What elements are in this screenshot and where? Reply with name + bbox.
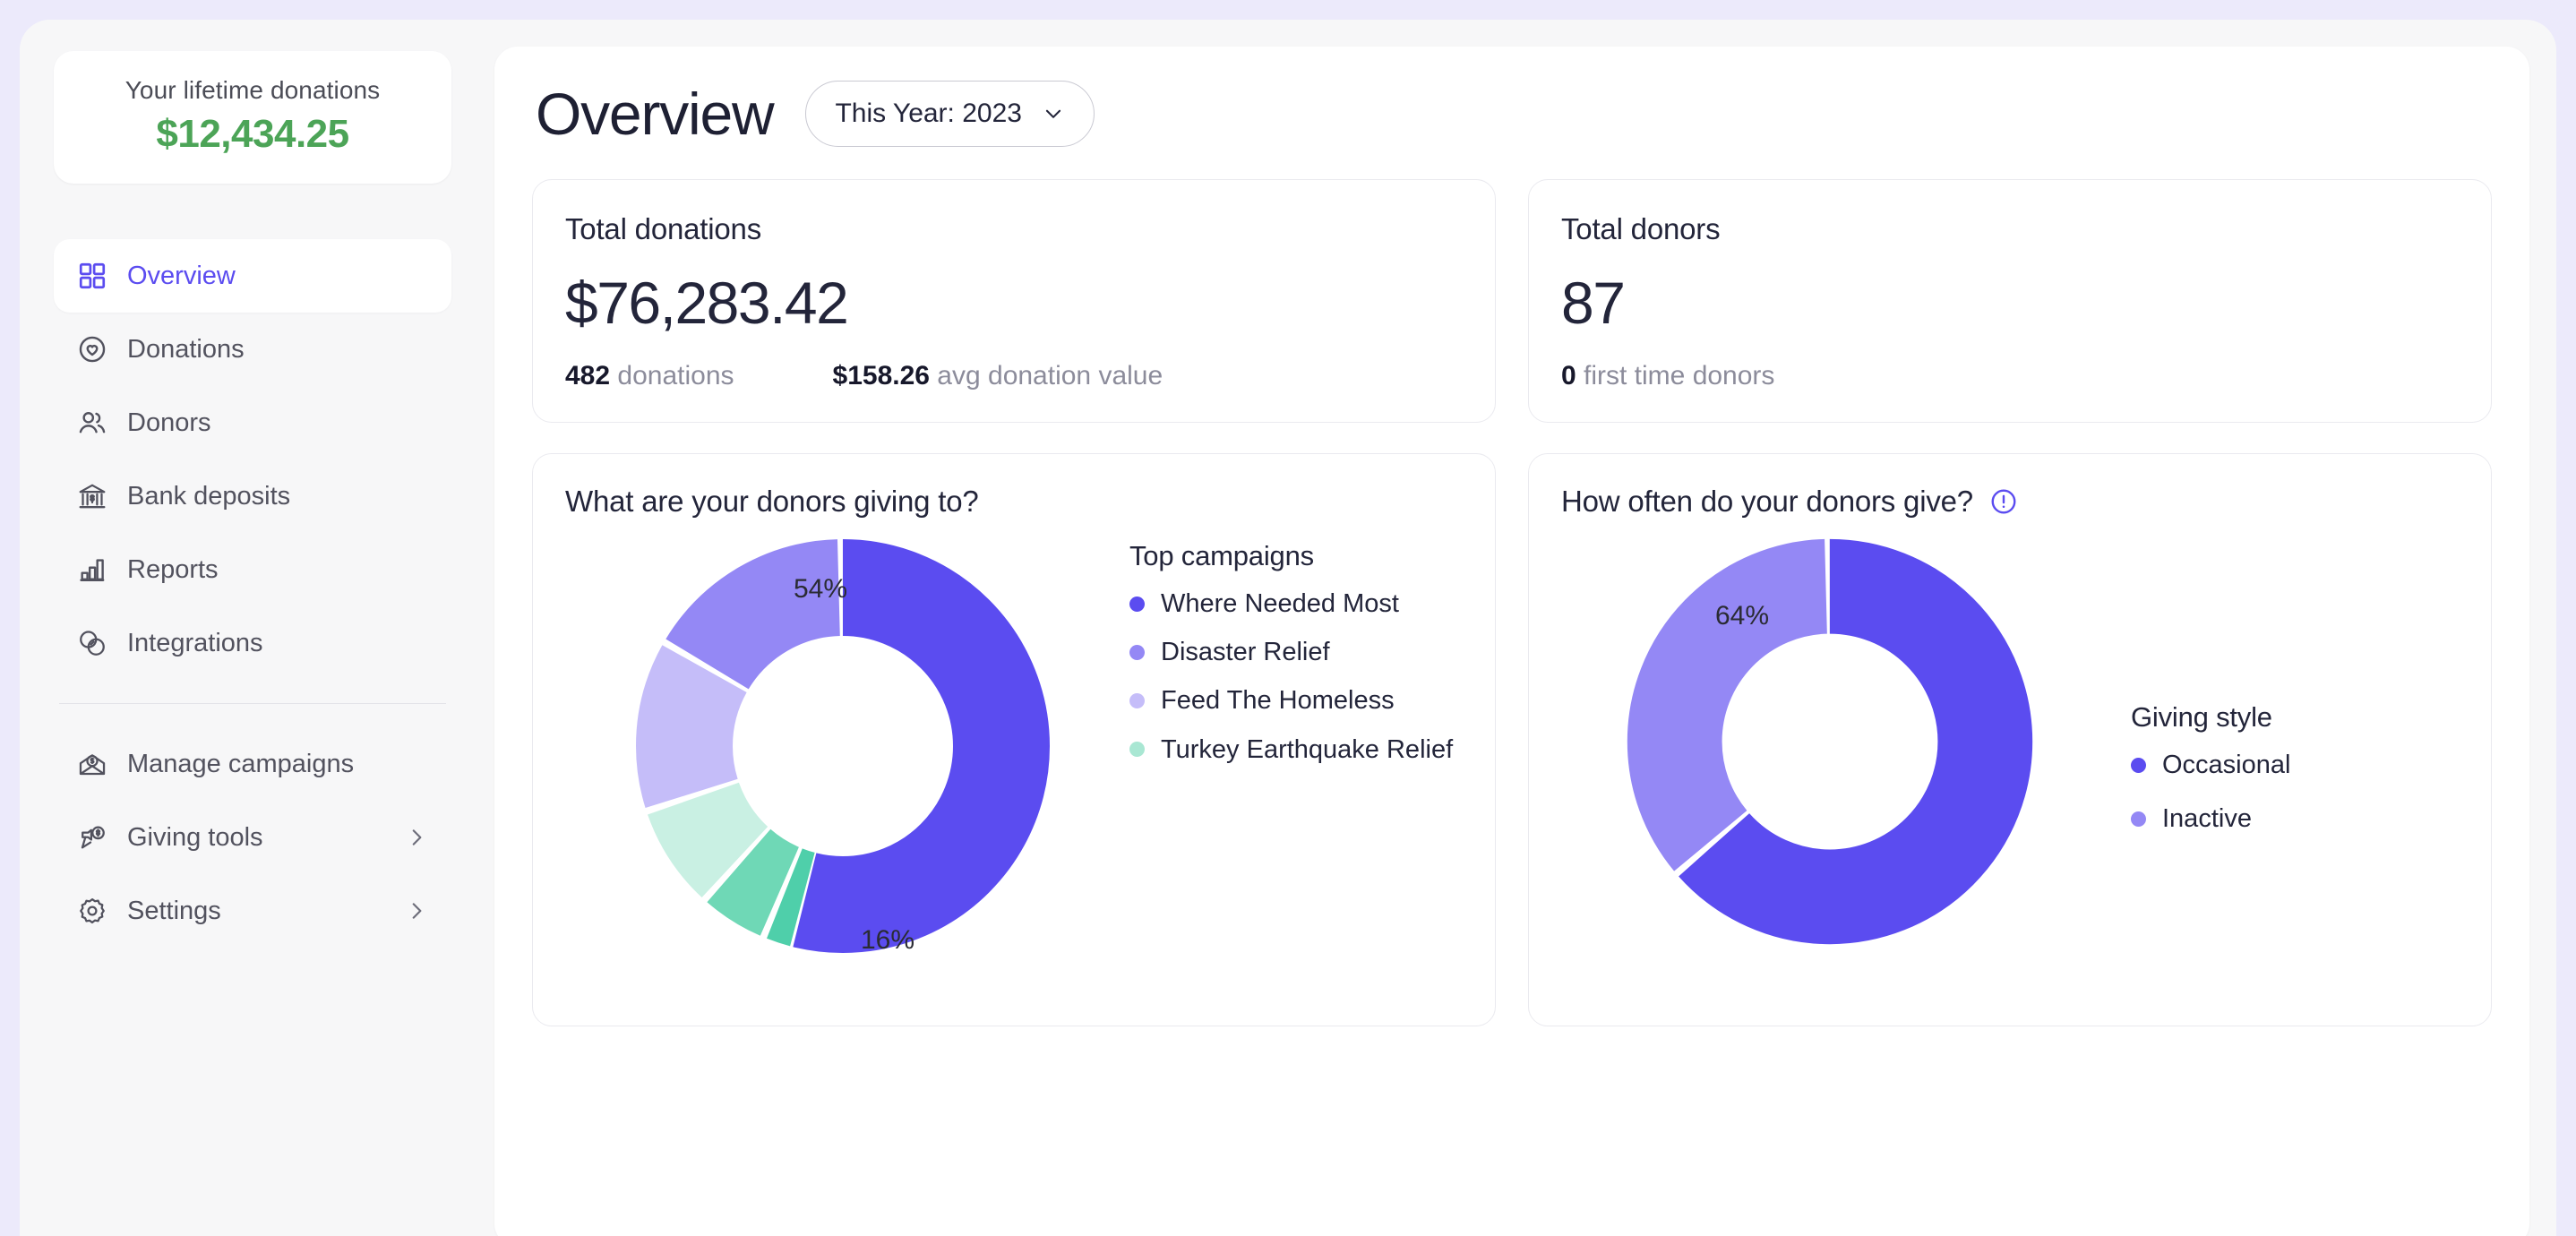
main-content: Overview This Year: 2023 Total donations — [485, 20, 2556, 1236]
legend-item[interactable]: Turkey Earthquake Relief — [1129, 734, 1463, 765]
total-donations-card: Total donations $76,283.42 482 donations… — [532, 179, 1496, 423]
substat-value: $158.26 — [832, 360, 930, 391]
donations-count-substat: 482 donations — [565, 361, 734, 391]
legend-title: Top campaigns — [1129, 539, 1314, 571]
sidebar: Your lifetime donations $12,434.25 Overv… — [20, 20, 485, 1236]
sidebar-divider — [59, 703, 446, 704]
chart-title: What are your donors giving to? — [565, 485, 1463, 519]
legend-item[interactable]: Inactive — [2131, 803, 2459, 834]
substat-label: avg donation value — [929, 360, 1163, 391]
legend-dot — [1129, 644, 1145, 660]
sidebar-item-manage-campaigns[interactable]: Giving tools Manage campaigns — [54, 727, 451, 801]
legend-label: Disaster Relief — [1161, 638, 1330, 667]
legend-item[interactable]: Feed The Homeless — [1129, 685, 1463, 716]
lifetime-donations-card: Your lifetime donations $12,434.25 — [54, 51, 451, 184]
gear-icon — [77, 896, 107, 926]
sidebar-item-reports[interactable]: Reports — [54, 533, 451, 606]
chevron-right-icon — [405, 899, 428, 923]
giving-style-legend: Giving style Occasional Inactive — [2108, 531, 2459, 857]
stat-cards-row: Total donations $76,283.42 482 donations… — [532, 179, 2492, 423]
sidebar-item-label: Donors — [127, 408, 211, 437]
donut-label-primary: 54% — [794, 573, 848, 604]
overview-panel: Overview This Year: 2023 Total donations — [494, 47, 2529, 1236]
heart-circle-icon — [77, 334, 107, 365]
first-time-donors-substat: 0 first time donors — [1561, 361, 1774, 391]
app-screen: Your lifetime donations $12,434.25 Overv… — [0, 0, 2576, 1236]
donut-label-secondary: 16% — [861, 924, 915, 955]
sidebar-item-label: Giving tools — [127, 822, 263, 852]
sidebar-item-overview[interactable]: Overview — [54, 239, 451, 313]
sidebar-item-label: Bank deposits — [127, 481, 291, 511]
page-title: Overview — [536, 81, 775, 147]
legend-item[interactable]: Occasional — [2131, 750, 2459, 780]
sidebar-item-label: Overview — [127, 261, 236, 290]
legend-dot — [2131, 811, 2146, 827]
total-donors-card: Total donors 87 0 first time donors — [1528, 179, 2492, 423]
top-campaigns-legend: Top campaigns Where Needed Most Disaster… — [1129, 531, 1463, 783]
sidebar-item-donors[interactable]: Donors — [54, 386, 451, 459]
substat-value: 482 — [565, 360, 611, 391]
lifetime-donations-label: Your lifetime donations — [125, 76, 381, 104]
campaigns-donut: 54% 16% — [565, 531, 1121, 961]
substat-value: 0 — [1561, 360, 1576, 391]
sidebar-item-label: Integrations — [127, 628, 263, 657]
substat-label: first time donors — [1576, 360, 1775, 391]
sidebar-item-label: Manage campaigns — [127, 749, 355, 778]
legend-dot — [1129, 692, 1145, 708]
total-donations-value: $76,283.42 — [565, 270, 849, 336]
legend-item[interactable]: Where Needed Most — [1129, 588, 1463, 619]
app-window: Your lifetime donations $12,434.25 Overv… — [20, 20, 2556, 1236]
legend-label: Occasional — [2162, 750, 2291, 779]
card-substats: 0 first time donors — [1561, 361, 2459, 391]
sidebar-item-giving-tools[interactable]: Giving tools — [54, 801, 451, 874]
page-header: Overview This Year: 2023 — [532, 81, 2492, 147]
legend-dot — [2131, 757, 2146, 773]
card-title: Total donors — [1561, 212, 1721, 245]
year-filter-label: This Year: 2023 — [835, 99, 1022, 128]
sidebar-item-label: Donations — [127, 334, 245, 364]
sidebar-item-donations[interactable]: Donations — [54, 313, 451, 386]
sidebar-item-label: Settings — [127, 896, 221, 925]
legend-title: Giving style — [2131, 700, 2272, 733]
chart-body: 64% Giving style Occasional Inactive — [1561, 531, 2459, 952]
sidebar-item-bank-deposits[interactable]: Bank deposits — [54, 459, 451, 533]
megaphone-dollar-icon — [77, 822, 107, 853]
substat-label: donations — [610, 360, 734, 391]
sidebar-item-integrations[interactable]: Integrations — [54, 606, 451, 680]
circles-icon — [77, 628, 107, 658]
giving-style-donut: 64% — [1561, 531, 2099, 952]
card-substats: 482 donations $158.26 avg donation value — [565, 361, 1463, 391]
giving-frequency-chart-card: How often do your donors give? 64% Givin… — [1528, 452, 2492, 1026]
sidebar-nav: Overview Donations Donors Bank deposits … — [54, 239, 451, 948]
envelope-dollar-icon — [77, 749, 107, 779]
chart-title: How often do your donors give? — [1561, 485, 2459, 519]
card-title: Total donations — [565, 212, 761, 245]
legend-dot — [1129, 742, 1145, 758]
sidebar-item-label: Reports — [127, 554, 219, 584]
chevron-right-icon — [405, 826, 428, 849]
legend-label: Where Needed Most — [1161, 588, 1399, 618]
charts-row: What are your donors giving to? 54% 16% … — [532, 452, 2492, 1026]
lifetime-donations-amount: $12,434.25 — [156, 112, 349, 156]
chart-body: 54% 16% Top campaigns Where Needed Most — [565, 531, 1463, 961]
avg-donation-substat: $158.26 avg donation value — [833, 361, 1163, 391]
legend-label: Feed The Homeless — [1161, 686, 1395, 716]
legend-item[interactable]: Disaster Relief — [1129, 637, 1463, 667]
users-icon — [77, 408, 107, 438]
year-filter-dropdown[interactable]: This Year: 2023 — [805, 81, 1095, 147]
legend-label: Inactive — [2162, 804, 2252, 834]
legend-dot — [1129, 596, 1145, 612]
info-icon[interactable] — [1989, 487, 2018, 516]
campaigns-chart-card: What are your donors giving to? 54% 16% … — [532, 452, 1496, 1026]
chevron-down-icon — [1042, 102, 1065, 125]
grid-icon — [77, 261, 107, 291]
bank-icon — [77, 481, 107, 511]
legend-label: Turkey Earthquake Relief — [1161, 734, 1454, 764]
bar-chart-icon — [77, 554, 107, 585]
chart-title-text: What are your donors giving to? — [565, 484, 979, 518]
donut-label-primary: 64% — [1715, 600, 1770, 631]
total-donors-value: 87 — [1561, 270, 1626, 336]
chart-title-text: How often do your donors give? — [1561, 484, 1973, 518]
sidebar-item-settings[interactable]: Settings — [54, 874, 451, 948]
